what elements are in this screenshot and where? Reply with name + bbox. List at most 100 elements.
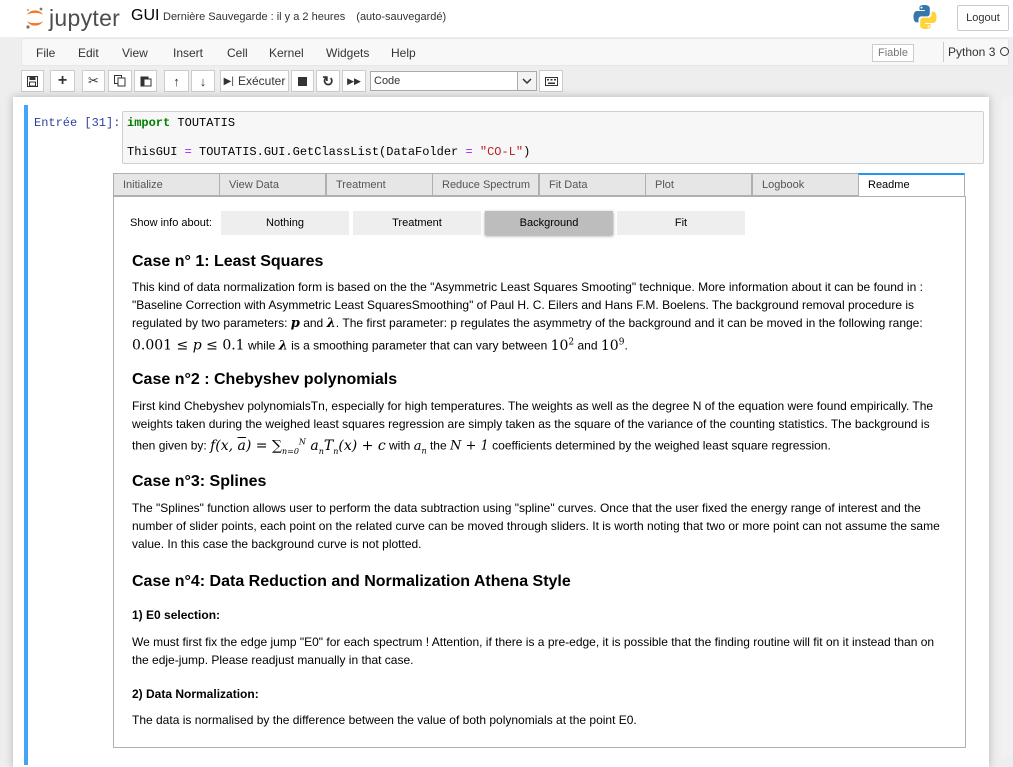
param-p: p: [290, 316, 300, 331]
insert-cell-button[interactable]: +: [50, 70, 75, 92]
code-text: TOUTATIS.GUI.GetClassList(DataFolder: [191, 145, 466, 159]
toggle-treatment[interactable]: Treatment: [353, 211, 481, 235]
tab-view-data[interactable]: View Data: [219, 173, 326, 196]
case2-text: the: [429, 438, 447, 453]
jupyter-logo-icon: [26, 7, 43, 29]
logo-text: jupyter: [49, 4, 121, 31]
last-checkpoint: Dernière Sauvegarde : il y a 2 heures: [163, 11, 346, 23]
cut-button[interactable]: ✂: [82, 70, 105, 92]
readme-panel: Show info about: Nothing Treatment Backg…: [113, 196, 966, 748]
menu-kernel[interactable]: Kernel: [269, 46, 304, 60]
copy-icon: [114, 75, 126, 87]
case4-heading: Case n°4: Data Reduction and Normalizati…: [132, 573, 571, 590]
paste-button[interactable]: [134, 70, 157, 92]
run-button[interactable]: ▶| Exécuter: [220, 70, 289, 92]
input-prompt: Entrée [31]:: [34, 116, 121, 130]
menu-widgets[interactable]: Widgets: [326, 46, 369, 60]
upper-bound-formula: 109: [600, 337, 625, 354]
menu-help[interactable]: Help: [391, 46, 416, 60]
case3-paragraph: The "Splines" function allows user to pe…: [132, 501, 940, 551]
menu-view[interactable]: View: [122, 46, 148, 60]
menu-cell[interactable]: Cell: [227, 46, 248, 60]
python-logo-icon: [913, 5, 937, 29]
save-icon: [27, 75, 38, 87]
case1-text: and: [303, 316, 324, 330]
toggle-fit[interactable]: Fit: [617, 211, 745, 235]
notebook-header: jupyter GUI Dernière Sauvegarde : il y a…: [0, 0, 1013, 37]
widget-tab-bar: Initialize View Data Treatment Reduce Sp…: [113, 173, 966, 197]
case2-text: with: [389, 438, 411, 453]
fast-forward-icon: ▶▶: [347, 75, 361, 86]
logout-button[interactable]: Logout: [957, 5, 1009, 31]
background-formula: f(x, a) = ∑n=0N anTn(x) + c: [210, 437, 386, 456]
param-lambda: λ: [278, 338, 288, 354]
case2-text: coefficients determined by the weighed l…: [492, 438, 831, 453]
tab-reduce-spectrum[interactable]: Reduce Spectrum: [432, 173, 539, 196]
cell-type-select[interactable]: Code: [370, 71, 537, 91]
cell-type-value: Code: [374, 75, 401, 87]
case1-heading: Case n° 1: Least Squares: [132, 253, 324, 270]
menubar: File Edit View Insert Cell Kernel Widget…: [21, 38, 1009, 66]
range-formula: 0.001 ≤ p ≤ 0.1: [132, 337, 245, 354]
lower-bound-formula: 102: [550, 337, 575, 354]
move-up-button[interactable]: ↑: [164, 70, 189, 92]
plus-icon: +: [57, 72, 68, 89]
param-lambda: λ: [326, 316, 336, 331]
kernel-name: Python 3: [943, 42, 995, 62]
case4-subheading-e0: 1) E0 selection:: [132, 608, 221, 622]
jupyter-logo[interactable]: jupyter: [25, 4, 120, 32]
tab-readme[interactable]: Readme: [858, 173, 965, 197]
case3-heading: Case n°3: Splines: [132, 473, 267, 490]
code-operator: =: [465, 145, 473, 159]
code-keyword: import: [127, 116, 171, 130]
copy-button[interactable]: [108, 70, 132, 92]
trusted-indicator[interactable]: Fiable: [872, 44, 914, 62]
page-scrollbar[interactable]: [1001, 97, 1013, 757]
notebook-title[interactable]: GUI: [131, 7, 159, 25]
step-forward-icon: ▶|: [223, 75, 234, 87]
arrow-down-icon: ↓: [199, 73, 207, 89]
command-palette-button[interactable]: [539, 70, 563, 92]
save-status: Dernière Sauvegarde : il y a 2 heures (a…: [163, 11, 454, 23]
menu-insert[interactable]: Insert: [173, 46, 203, 60]
save-button[interactable]: [21, 70, 44, 92]
code-text: ThisGUI: [127, 145, 185, 159]
autosave-status: (auto-sauvegardé): [356, 11, 447, 23]
tab-plot[interactable]: Plot: [645, 173, 752, 196]
kernel-idle-icon: [1000, 47, 1009, 56]
move-down-button[interactable]: ↓: [191, 70, 215, 92]
tab-treatment[interactable]: Treatment: [326, 173, 433, 196]
code-line-1: import TOUTATIS: [127, 116, 235, 130]
case1-text: . The first parameter: p regulates the a…: [335, 316, 923, 330]
menu-file[interactable]: File: [36, 46, 55, 60]
code-text: ): [523, 145, 531, 159]
stop-icon: [298, 76, 307, 86]
tab-logbook[interactable]: Logbook: [752, 173, 859, 196]
case1-text: and: [577, 338, 598, 353]
coef-an: an: [413, 438, 427, 456]
arrow-up-icon: ↑: [173, 73, 180, 89]
notebook-toolbar: + ✂ ↑ ↓ ▶| Exécuter ↻ ▶▶ Code: [21, 70, 1011, 94]
case2-paragraph: First kind Chebyshev polynomialsTn, espe…: [132, 397, 944, 460]
toggle-nothing[interactable]: Nothing: [221, 211, 349, 235]
interrupt-button[interactable]: [291, 70, 314, 92]
tab-initialize[interactable]: Initialize: [113, 173, 220, 196]
menu-edit[interactable]: Edit: [78, 46, 99, 60]
case4-paragraph-normalization: The data is normalised by the difference…: [132, 713, 637, 727]
scissors-icon: ✂: [88, 73, 99, 88]
coef-count: N + 1: [450, 438, 489, 454]
tab-fit-data[interactable]: Fit Data: [539, 173, 646, 196]
case4-subheading-normalization: 2) Data Normalization:: [132, 687, 259, 701]
code-string: "CO-L": [472, 145, 524, 159]
code-operator: =: [184, 145, 192, 159]
case2-heading: Case n°2 : Chebyshev polynomials: [132, 371, 398, 388]
code-input[interactable]: import TOUTATIS ThisGUI = TOUTATIS.GUI.G…: [122, 111, 984, 164]
gui-widget: Initialize View Data Treatment Reduce Sp…: [113, 173, 966, 748]
case1-text: while: [247, 338, 276, 353]
restart-run-all-button[interactable]: ▶▶: [342, 70, 366, 92]
case4-paragraph-e0: We must first fix the edge jump "E0" for…: [132, 635, 935, 667]
case1-text: is a smoothing parameter that can vary b…: [291, 338, 548, 353]
toggle-background[interactable]: Background: [485, 211, 613, 235]
run-label: Exécuter: [237, 74, 286, 88]
restart-button[interactable]: ↻: [316, 70, 340, 92]
